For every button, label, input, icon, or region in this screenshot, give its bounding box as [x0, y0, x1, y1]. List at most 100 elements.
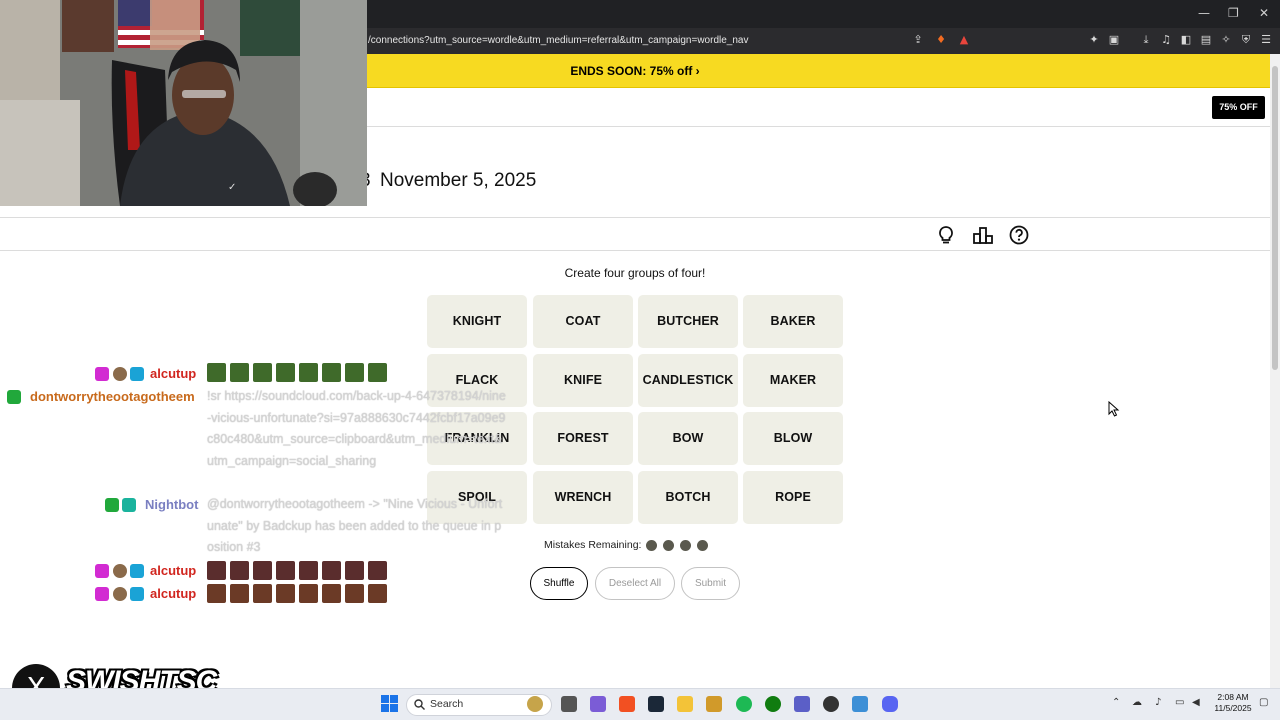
screen: — ❐ ✕ /connections?utm_source=wordle&utm…	[0, 0, 1280, 720]
chat-username: alcutup	[150, 563, 197, 578]
chat-emote	[207, 363, 226, 382]
chat-badge	[122, 498, 136, 512]
chat-emote	[322, 363, 341, 382]
chat-emote	[207, 584, 226, 603]
task-view-icon[interactable]	[561, 696, 577, 712]
word-tile[interactable]: MAKER	[743, 354, 843, 407]
volume-icon[interactable]: ◀	[1192, 697, 1200, 708]
shuffle-button[interactable]: Shuffle	[530, 567, 588, 600]
chat-badge	[95, 564, 109, 578]
share-icon[interactable]: ⇪	[911, 33, 925, 47]
obs-icon[interactable]	[823, 696, 839, 712]
word-tile[interactable]: COAT	[533, 295, 633, 348]
word-tile[interactable]: BAKER	[743, 295, 843, 348]
word-tile[interactable]: BOW	[638, 412, 738, 465]
clock-time: 2:08 AM	[1217, 692, 1249, 702]
word-tile[interactable]: FOREST	[533, 412, 633, 465]
chat-emote	[299, 584, 318, 603]
word-tile[interactable]: KNIFE	[533, 354, 633, 407]
brave-shields-icon[interactable]: ♦	[934, 33, 948, 47]
scrollbar-thumb[interactable]	[1272, 66, 1278, 370]
wallet-icon[interactable]: ▤	[1199, 33, 1213, 47]
chat-badge	[7, 390, 21, 404]
chat-username: dontworrytheootagotheem	[30, 389, 195, 404]
chat-emote	[253, 584, 272, 603]
extensions-icon[interactable]: ✦	[1087, 33, 1101, 47]
chat-username: Nightbot	[145, 497, 199, 512]
chat-emote	[368, 561, 387, 580]
onedrive-icon[interactable]: ☁	[1132, 697, 1142, 708]
chat-message: !sr https://soundcloud.com/back-up-4-647…	[207, 389, 506, 468]
chat-message: @dontworrytheootagotheem -> "Nine Viciou…	[207, 497, 503, 554]
url-text[interactable]: /connections?utm_source=wordle&utm_mediu…	[368, 33, 928, 49]
stacks-icon[interactable]	[706, 696, 722, 712]
word-tile[interactable]: BUTCHER	[638, 295, 738, 348]
windows-taskbar	[0, 688, 1280, 720]
restore-icon[interactable]: ❐	[1228, 6, 1239, 20]
media-icon[interactable]: ♫	[1159, 33, 1173, 47]
app-icon[interactable]	[794, 696, 810, 712]
leo-ai-icon[interactable]: ✧	[1219, 33, 1233, 47]
chat-badge	[105, 498, 119, 512]
taskbar-clock[interactable]: 2:08 AM 11/5/2025	[1208, 692, 1258, 714]
brave-rewards-icon[interactable]: ▲	[957, 33, 971, 47]
file-explorer-icon[interactable]	[677, 696, 693, 712]
downloads-icon[interactable]: ⤓	[1139, 33, 1153, 47]
network-icon[interactable]: ▭	[1175, 697, 1184, 708]
minimize-icon[interactable]: —	[1198, 6, 1210, 20]
chat-emote	[253, 561, 272, 580]
mouse-cursor-icon	[1108, 401, 1120, 417]
tab-search-icon[interactable]: ▣	[1107, 33, 1121, 47]
chat-emote	[345, 561, 364, 580]
xbox-icon[interactable]	[765, 696, 781, 712]
mistake-dot	[680, 540, 691, 551]
svg-text:✓: ✓	[228, 182, 236, 193]
chat-emote	[322, 584, 341, 603]
microphone-icon[interactable]: ♪	[1155, 697, 1161, 708]
chat-badge	[130, 587, 144, 601]
menu-icon[interactable]: ☰	[1259, 33, 1273, 47]
lightbulb-icon[interactable]	[935, 224, 957, 246]
chat-username: alcutup	[150, 586, 197, 601]
word-tile[interactable]: BLOW	[743, 412, 843, 465]
word-tile[interactable]: BOTCH	[638, 471, 738, 524]
windows-start-icon[interactable]	[381, 695, 398, 712]
subscribe-offer-button[interactable]: 75% OFF	[1212, 96, 1265, 119]
chat-badge	[113, 367, 127, 381]
spotify-icon[interactable]	[736, 696, 752, 712]
search-highlight-icon	[527, 696, 543, 712]
word-tile[interactable]: KNIGHT	[427, 295, 527, 348]
notifications-icon[interactable]: ▢	[1259, 697, 1268, 708]
app-icon[interactable]	[852, 696, 868, 712]
taskbar-search-label: Search	[430, 698, 464, 710]
steam-icon[interactable]	[648, 696, 664, 712]
mistakes-label: Mistakes Remaining:	[544, 539, 642, 551]
webcam-overlay: ✓	[0, 0, 367, 206]
clock-date: 11/5/2025	[1214, 703, 1252, 713]
chat-badge	[95, 367, 109, 381]
game-instructions: Create four groups of four!	[564, 266, 706, 280]
brave-browser-icon[interactable]	[619, 696, 635, 712]
chat-emote	[230, 363, 249, 382]
submit-button[interactable]: Submit	[681, 567, 740, 600]
chat-emote	[230, 584, 249, 603]
chat-emote	[322, 561, 341, 580]
chat-emote	[368, 363, 387, 382]
sidebar-icon[interactable]: ◧	[1179, 33, 1193, 47]
copilot-icon[interactable]	[590, 696, 606, 712]
leaderboard-icon[interactable]	[972, 224, 994, 246]
word-tile[interactable]: WRENCH	[533, 471, 633, 524]
tray-overflow-icon[interactable]: ⌃	[1112, 697, 1120, 708]
word-tile[interactable]: CANDLESTICK	[638, 354, 738, 407]
discord-icon[interactable]	[882, 696, 898, 712]
chat-emote	[276, 561, 295, 580]
close-window-icon[interactable]: ✕	[1259, 6, 1269, 20]
word-tile[interactable]: ROPE	[743, 471, 843, 524]
vpn-icon[interactable]: ⛨	[1239, 33, 1253, 47]
promo-text[interactable]: ENDS SOON: 75% off ›	[570, 64, 699, 78]
deselect-all-button[interactable]: Deselect All	[595, 567, 675, 600]
chat-emote	[299, 561, 318, 580]
mistake-dot	[663, 540, 674, 551]
help-icon[interactable]	[1008, 224, 1030, 246]
chat-emote	[276, 363, 295, 382]
